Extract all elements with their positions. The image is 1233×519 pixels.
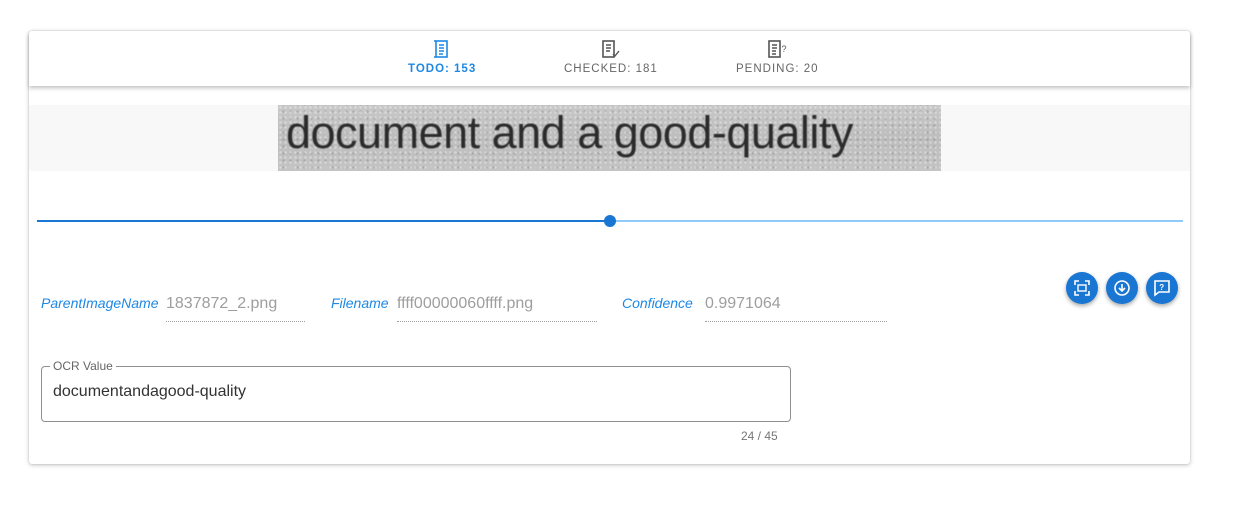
filename-field: Filename ffff00000060ffff.png [331,293,597,323]
tab-bar: TODO: 153 CHECKED: 181 ? PENDING: 20 [29,31,1190,86]
image-slider[interactable] [37,215,1183,227]
filename-value[interactable]: ffff00000060ffff.png [397,295,597,322]
tab-pending[interactable]: ? PENDING: 20 [736,39,819,81]
download-button[interactable] [1106,272,1138,304]
todo-list-icon [434,40,448,58]
parent-image-name-field: ParentImageName 1837872_2.png [41,293,306,323]
checked-list-icon [602,40,620,58]
download-circle-icon [1114,280,1130,296]
scan-button[interactable] [1066,272,1098,304]
tab-todo[interactable]: TODO: 153 [408,39,476,81]
parent-image-name-value[interactable]: 1837872_2.png [166,295,305,322]
feedback-button[interactable]: ? [1146,272,1178,304]
confidence-label: Confidence [622,295,693,311]
ocr-value-field: OCR Value [41,359,791,422]
ocr-review-card: TODO: 153 CHECKED: 181 ? PENDING: 20 doc… [29,31,1190,464]
confidence-field: Confidence 0.9971064 [622,293,888,323]
slider-fill [37,220,610,222]
svg-text:?: ? [782,44,787,54]
tab-pending-label: PENDING: 20 [736,63,819,75]
scan-icon [1074,280,1090,296]
character-counter: 24 / 45 [741,429,778,443]
slider-thumb[interactable] [604,215,616,227]
ocr-crop-image: document and a good-quality [278,105,941,171]
pending-list-icon: ? [768,40,787,58]
feedback-question-icon: ? [1154,280,1170,297]
tab-checked[interactable]: CHECKED: 181 [564,39,658,81]
tab-todo-label: TODO: 153 [408,63,477,75]
image-preview-area: document and a good-quality [29,105,1190,171]
ocr-value-label: OCR Value [50,359,116,373]
svg-text:?: ? [1159,283,1164,292]
ocr-image-text: document and a good-quality [286,107,853,158]
filename-label: Filename [331,295,389,311]
ocr-value-input[interactable] [53,383,753,401]
tab-checked-label: CHECKED: 181 [564,63,658,75]
parent-image-name-label: ParentImageName [41,295,159,311]
confidence-value[interactable]: 0.9971064 [705,295,887,322]
